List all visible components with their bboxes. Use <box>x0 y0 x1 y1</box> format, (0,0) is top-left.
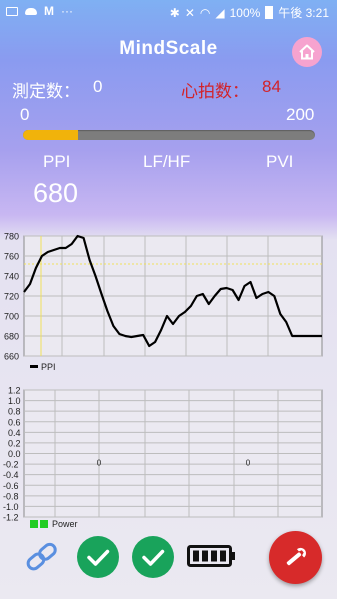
link-button[interactable] <box>22 540 62 574</box>
legend-swatch-ppi <box>30 365 38 368</box>
y-tick-label: 700 <box>4 312 19 322</box>
y-tick-label: 0.2 <box>8 438 21 448</box>
bar-data-label: 0 <box>97 459 102 468</box>
y-tick-label: 0.0 <box>8 449 21 459</box>
home-icon <box>299 44 315 60</box>
y-tick-label: -0.6 <box>3 481 19 491</box>
heart-rate-value: 84 <box>262 77 281 96</box>
y-tick-label: 0.8 <box>8 407 21 417</box>
y-tick-label: 760 <box>4 252 19 262</box>
device-battery-indicator <box>187 543 237 569</box>
legend-label-ppi: PPI <box>41 362 56 372</box>
y-tick-label: 0.4 <box>8 428 21 438</box>
check-button-2[interactable] <box>132 536 174 578</box>
app-title: MindScale <box>119 38 218 59</box>
heart-rate-label: 心拍数： <box>181 82 249 101</box>
progress-max-label: 200 <box>286 105 315 124</box>
cloud-notification-icon <box>25 7 37 15</box>
y-tick-label: 1.0 <box>8 396 21 406</box>
y-tick-label: 1.2 <box>8 386 21 396</box>
y-tick-label: 0.6 <box>8 417 21 427</box>
legend-swatch-power-1 <box>30 520 38 528</box>
link-icon <box>26 542 57 571</box>
status-bar: M ··· ✱ ✕ ◠ ◢ 100% 午後 3:21 <box>0 0 337 22</box>
wifi-icon: ◠ <box>199 5 211 20</box>
settings-fab[interactable] <box>269 531 322 584</box>
pvi-tab-label[interactable]: PVI <box>266 152 293 172</box>
y-tick-label: 680 <box>4 332 19 342</box>
bar-data-label: 0 <box>246 459 251 468</box>
y-tick-label: -0.8 <box>3 491 19 501</box>
y-tick-label: 660 <box>4 352 19 362</box>
check-icon <box>142 549 165 566</box>
measurement-progress-bar <box>23 130 315 140</box>
bluetooth-icon: ✱ <box>169 5 180 20</box>
progress-min-label: 0 <box>20 105 30 124</box>
progress-fill <box>23 130 79 140</box>
y-tick-label: -1.0 <box>3 502 19 512</box>
measure-count-value: 0 <box>93 77 103 96</box>
y-tick-label: 740 <box>4 272 19 282</box>
ppi-current-value: 680 <box>33 178 79 208</box>
check-icon <box>87 549 110 566</box>
ppi-tab-label[interactable]: PPI <box>43 152 70 172</box>
battery-full-icon <box>187 545 235 567</box>
mute-icon: ✕ <box>184 5 195 20</box>
status-time: 午後 3:21 <box>278 6 329 20</box>
ppi-line-chart: 780 760 740 720 700 680 660 PPI <box>4 232 323 372</box>
check-button-1[interactable] <box>77 536 119 578</box>
legend-label-power: Power <box>52 519 78 529</box>
status-battery-icon <box>265 6 274 19</box>
status-right-icons: ✱ ✕ ◠ ◢ 100% 午後 3:21 <box>170 4 329 21</box>
wrench-icon <box>286 547 306 566</box>
y-tick-label: 720 <box>4 292 19 302</box>
power-bar-chart: 1.21.00.80.60.40.20.0-0.2-0.4-0.6-0.8-1.… <box>3 386 323 529</box>
y-tick-label: -0.2 <box>3 460 19 470</box>
lfhf-tab-label[interactable]: LF/HF <box>143 152 190 172</box>
legend-swatch-power-2 <box>40 520 48 528</box>
image-notification-icon <box>6 6 18 16</box>
home-button[interactable] <box>292 37 322 67</box>
more-notifications-icon: ··· <box>61 4 73 18</box>
y-tick-label: 780 <box>4 232 19 242</box>
signal-icon: ◢ <box>215 5 225 20</box>
y-tick-label: -0.4 <box>3 470 19 480</box>
battery-text: 100% <box>229 5 261 20</box>
status-left-icons: M ··· <box>6 4 73 18</box>
y-tick-label: -1.2 <box>3 513 19 523</box>
measure-count-label: 測定数： <box>12 82 80 101</box>
gmail-notification-icon: M <box>44 4 54 18</box>
